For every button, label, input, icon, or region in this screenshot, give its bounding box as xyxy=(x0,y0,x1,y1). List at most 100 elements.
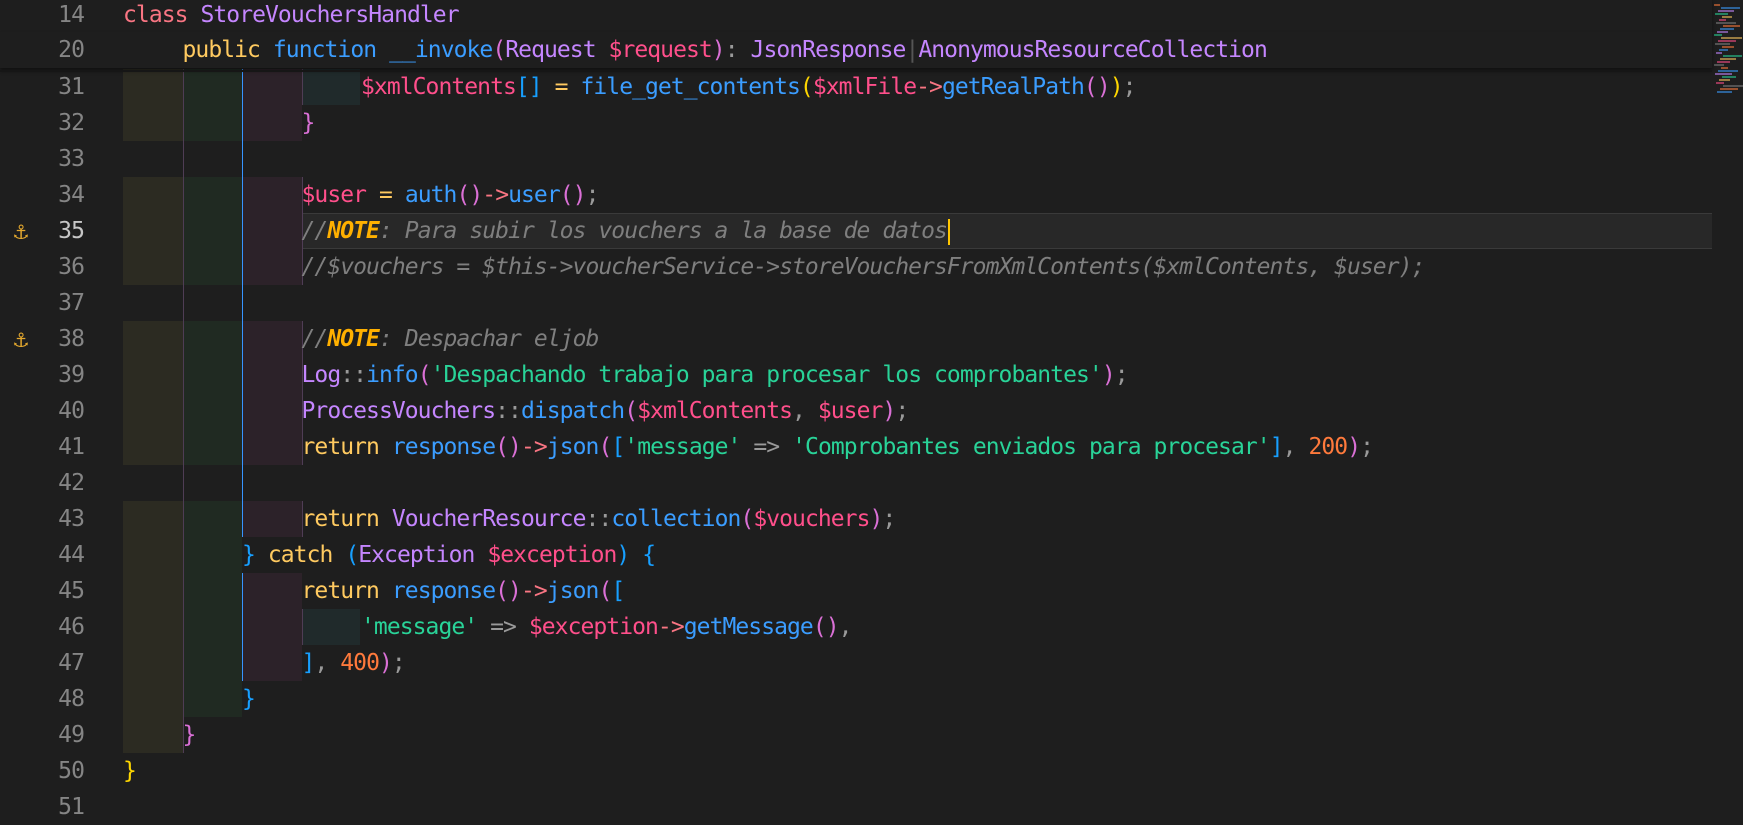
code-line[interactable]: 41 return response()->json(['message' => … xyxy=(0,429,1712,465)
line-number: 45 xyxy=(58,578,85,604)
code-line[interactable]: 32} xyxy=(0,105,1712,141)
code-line[interactable]: 36 //$vouchers = $this->voucherService->s… xyxy=(0,249,1712,285)
code-token: class xyxy=(123,2,188,28)
indent-guide-band xyxy=(123,573,183,609)
code-line[interactable]: 47], 400); xyxy=(0,645,1712,681)
code-token: json xyxy=(546,578,600,604)
code-line[interactable]: 48} xyxy=(0,681,1712,717)
indent-guide-line xyxy=(242,465,243,501)
code-token: function xyxy=(272,37,377,63)
code-token: ) xyxy=(711,37,726,63)
code-editor[interactable]: 31 $xmlContents[] = file_get_contents($xm… xyxy=(0,0,1743,820)
code-text[interactable]: //$vouchers = $this->voucherService->sto… xyxy=(302,249,1426,285)
code-line[interactable]: 33 xyxy=(0,141,1712,177)
indent-guide-band xyxy=(183,357,242,393)
minimap-line xyxy=(1722,46,1734,48)
indent-guide-line xyxy=(302,69,303,105)
code-line[interactable]: 50} xyxy=(0,753,1712,789)
code-text[interactable]: $user = auth()->user(); xyxy=(302,177,600,213)
code-text[interactable]: ProcessVouchers::dispatch($xmlContents, … xyxy=(301,393,910,429)
code-token: ) xyxy=(1109,74,1124,100)
code-text[interactable]: } xyxy=(123,753,137,789)
code-line[interactable]: 44} catch (Exception $exception) { xyxy=(0,537,1712,573)
code-text[interactable]: Log::info('Despachando trabajo para proc… xyxy=(302,357,1129,393)
code-text[interactable]: $xmlContents[] = file_get_contents($xmlF… xyxy=(361,69,1137,105)
code-text[interactable]: //NOTE: Para subir los vouchers a la bas… xyxy=(302,213,950,249)
code-token: ) xyxy=(378,650,393,676)
sticky-scroll-line[interactable]: 20 public function __invoke(Request $requ… xyxy=(0,32,1712,68)
code-token: ProcessVouchers xyxy=(301,398,497,424)
code-text[interactable]: return response()->json(['message' => 'C… xyxy=(302,429,1374,465)
code-token: ( xyxy=(492,37,506,63)
code-token: [] xyxy=(515,74,543,100)
code-text[interactable]: } xyxy=(242,681,256,717)
code-text[interactable]: return response()->json([ xyxy=(301,573,626,609)
minimap-line xyxy=(1714,64,1724,66)
indent-guide-line xyxy=(242,69,243,105)
indent-guide-band xyxy=(123,681,183,717)
code-token: 'message' xyxy=(624,434,741,460)
minimap-line xyxy=(1719,79,1730,81)
code-line[interactable]: 43 return VoucherResource::collection($vo… xyxy=(0,501,1712,537)
minimap-line xyxy=(1714,34,1722,36)
code-text[interactable]: } catch (Exception $exception) { xyxy=(242,537,656,573)
code-token: StoreVouchersHandler xyxy=(200,2,459,28)
code-text[interactable]: } xyxy=(302,105,316,141)
code-token: } xyxy=(242,686,256,712)
code-line[interactable]: 45 return response()->json([ xyxy=(0,573,1712,609)
code-text[interactable]: public function __invoke(Request $reques… xyxy=(183,32,1268,68)
code-token: return xyxy=(301,434,380,460)
code-token: auth xyxy=(404,182,458,208)
code-line[interactable]: 51 xyxy=(0,789,1712,825)
line-number: 35 xyxy=(58,218,85,244)
code-text[interactable]: } xyxy=(183,717,197,753)
line-number: 14 xyxy=(58,2,85,28)
code-token: return xyxy=(301,578,380,604)
indent-guide-line xyxy=(183,537,184,573)
code-line[interactable]: ⚓ 35 //NOTE: Para subir los vouchers a la … xyxy=(0,213,1712,249)
code-token: : Despachar eljob xyxy=(378,326,599,352)
code-line[interactable]: 39 Log::info('Despachando trabajo para pr… xyxy=(0,357,1712,393)
line-number: 40 xyxy=(58,398,85,424)
minimap[interactable] xyxy=(1712,0,1743,100)
code-token: ; xyxy=(391,650,406,676)
code-token: info xyxy=(366,362,419,388)
code-line[interactable]: ⚓ 38 //NOTE: Despachar eljob xyxy=(0,321,1712,357)
minimap-line xyxy=(1721,67,1728,69)
indent-guide-band xyxy=(242,357,302,393)
code-token: -> xyxy=(520,434,548,460)
code-text[interactable]: class StoreVouchersHandler xyxy=(123,0,460,33)
anchor-icon[interactable]: ⚓ xyxy=(6,321,36,357)
code-line[interactable]: 40 ProcessVouchers::dispatch($xmlContents… xyxy=(0,393,1712,429)
code-line[interactable]: 42 xyxy=(0,465,1712,501)
sticky-scroll-line[interactable]: 14 class StoreVouchersHandler xyxy=(0,0,1712,33)
code-text[interactable]: //NOTE: Despachar eljob xyxy=(302,321,600,357)
indent-guide-band xyxy=(183,69,242,105)
indent-guide-line xyxy=(183,501,184,537)
code-text[interactable]: 'message' => $exception->getMessage(), xyxy=(361,609,853,645)
code-token: ( xyxy=(345,542,359,568)
minimap-line xyxy=(1719,49,1728,51)
code-line[interactable]: 31 $xmlContents[] = file_get_contents($xm… xyxy=(0,69,1712,105)
code-token: ] xyxy=(1269,434,1284,460)
line-number: 46 xyxy=(58,614,85,640)
line-number: 20 xyxy=(58,37,85,63)
minimap-line xyxy=(1720,58,1736,60)
anchor-icon[interactable]: ⚓ xyxy=(6,213,36,249)
indent-guide-band xyxy=(123,717,183,753)
code-text[interactable]: return VoucherResource::collection($vouc… xyxy=(302,501,897,537)
code-text[interactable]: ], 400); xyxy=(302,645,406,681)
code-token: ; xyxy=(1360,434,1374,460)
code-line[interactable]: 46 'message' => $exception->getMessage(), xyxy=(0,609,1712,645)
code-line[interactable]: 49} xyxy=(0,717,1712,753)
indent-guide-band xyxy=(123,357,183,393)
indent-guide-band xyxy=(183,177,242,213)
code-line[interactable]: 34 $user = auth()->user(); xyxy=(0,177,1712,213)
indent-guide-band xyxy=(123,537,183,573)
code-token: NOTE xyxy=(327,326,380,352)
code-line[interactable]: 37 xyxy=(0,285,1712,321)
